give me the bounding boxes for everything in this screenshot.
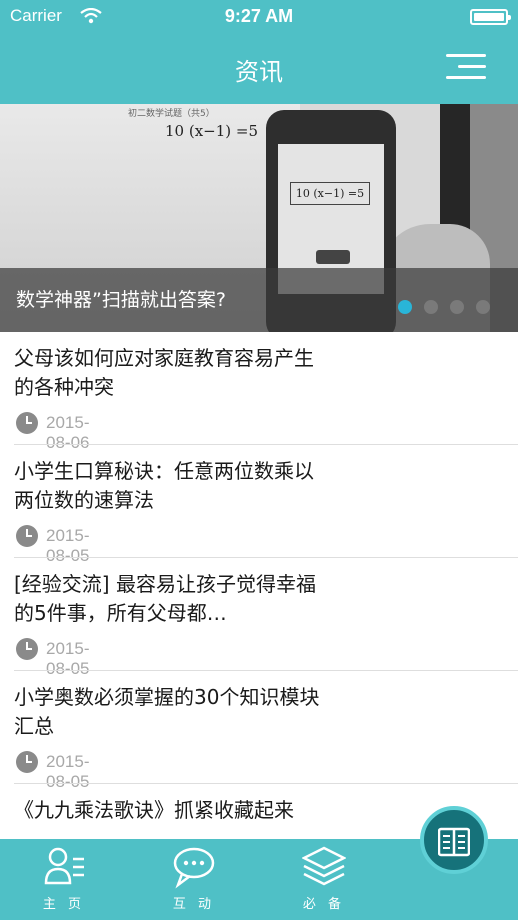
tab-home-label: 主 页 <box>42 897 86 912</box>
article-title: [经验交流] 最容易让孩子觉得幸福的5件事，所有父母都… <box>14 572 316 625</box>
banner-paper-header: 初二数学试题（共5） <box>128 109 215 119</box>
book-icon <box>438 827 470 857</box>
carousel-dot-3[interactable] <box>450 300 464 314</box>
article-title: 父母该如何应对家庭教育容易产生的各种冲突 <box>14 346 314 399</box>
banner-screen-button <box>316 250 350 264</box>
banner-paper-equation: 10 (x−1) =5 <box>165 122 259 140</box>
list-item[interactable]: [经验交流] 最容易让孩子觉得幸福的5件事，所有父母都… 2015-08-05 <box>0 558 518 678</box>
carousel-dot-2[interactable] <box>424 300 438 314</box>
clock-icon <box>16 412 38 434</box>
layers-icon <box>302 846 346 886</box>
banner-carousel[interactable]: 初二数学试题（共5） 10 (x−1) =5 10 (x−1) =5 数学神器”… <box>0 104 518 332</box>
banner-caption: 数学神器”扫描就出答案? <box>16 289 226 311</box>
status-bar: Carrier 9:27 AM <box>0 0 518 34</box>
carousel-dot-1[interactable] <box>398 300 412 314</box>
list-item[interactable]: 小学奥数必须掌握的30个知识模块汇总 2015-08-05 <box>0 671 518 791</box>
tab-home[interactable]: 主 页 <box>14 839 114 920</box>
home-user-icon <box>44 847 84 885</box>
clock-icon <box>16 751 38 773</box>
clock-icon <box>16 638 38 660</box>
chat-bubble-icon <box>173 847 215 889</box>
clock-icon <box>16 525 38 547</box>
hamburger-menu-icon[interactable] <box>444 52 486 84</box>
list-item[interactable]: 小学生口算秘诀：任意两位数乘以两位数的速算法 2015-08-05 <box>0 445 518 565</box>
tab-essentials[interactable]: 必 备 <box>274 839 374 920</box>
tab-interact[interactable]: 互 动 <box>144 839 244 920</box>
article-title: 《九九乘法歌诀》抓紧收藏起来 <box>14 798 294 822</box>
list-item[interactable]: 父母该如何应对家庭教育容易产生的各种冲突 2015-08-06 <box>0 332 518 452</box>
article-title: 小学奥数必须掌握的30个知识模块汇总 <box>14 685 320 738</box>
tab-essentials-label: 必 备 <box>302 897 346 912</box>
clock-time: 9:27 AM <box>224 6 294 26</box>
article-title: 小学生口算秘诀：任意两位数乘以两位数的速算法 <box>14 459 314 512</box>
battery-icon <box>470 9 511 25</box>
banner-screen-equation: 10 (x−1) =5 <box>290 182 370 205</box>
carousel-dot-4[interactable] <box>476 300 490 314</box>
tab-news[interactable] <box>420 806 488 874</box>
page-title: 资讯 <box>235 58 283 86</box>
tab-interact-label: 互 动 <box>172 897 216 912</box>
header: Carrier 9:27 AM 资讯 <box>0 0 518 104</box>
